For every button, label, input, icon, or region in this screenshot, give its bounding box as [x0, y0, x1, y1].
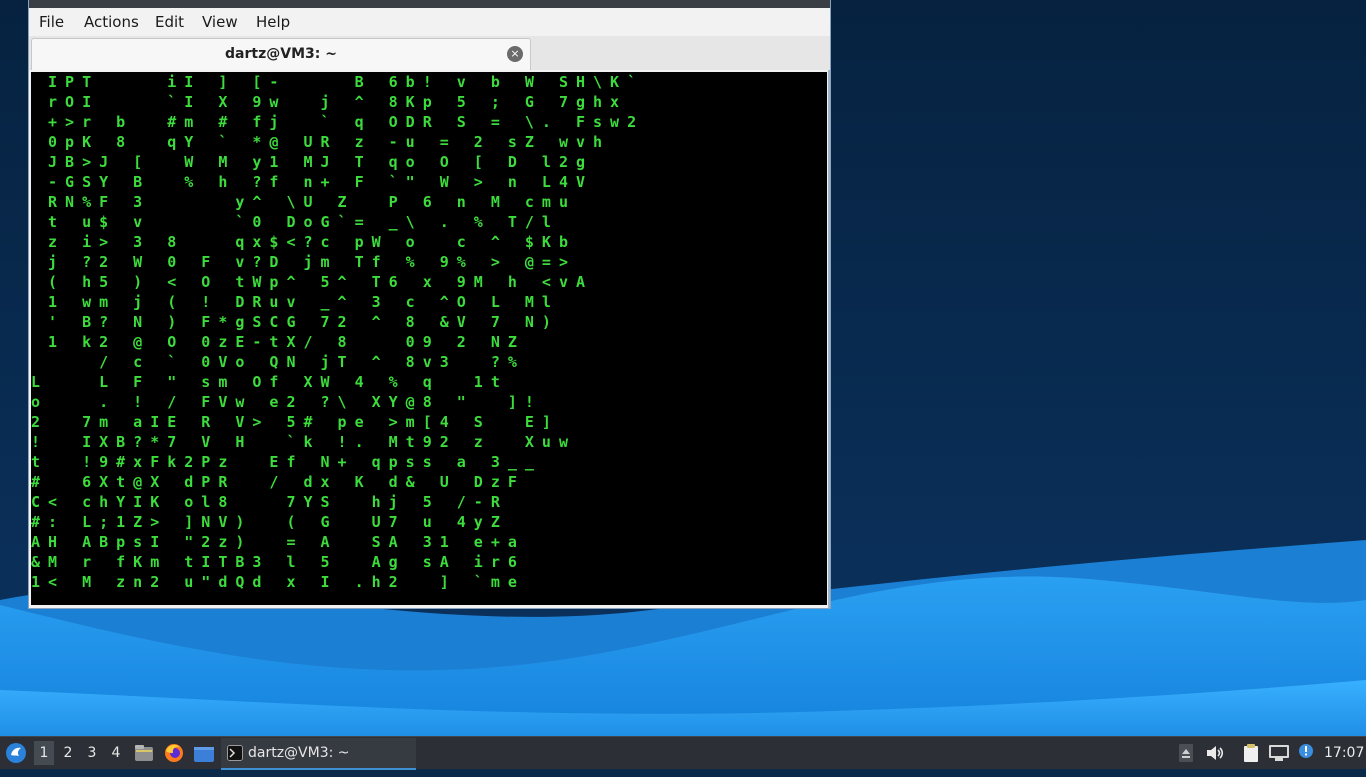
terminal-tab[interactable]: dartz@VM3: ~ × — [31, 38, 531, 70]
workspace-1[interactable]: 1 — [34, 741, 54, 765]
tab-title: dartz@VM3: ~ — [225, 46, 337, 62]
start-menu-icon[interactable] — [4, 741, 28, 765]
network-icon[interactable] — [1268, 744, 1290, 762]
menu-bar: File Actions Edit View Help — [29, 8, 830, 36]
taskbar-item-terminal[interactable]: dartz@VM3: ~ — [221, 738, 416, 770]
window-border — [828, 70, 830, 608]
clipboard-icon[interactable] — [1241, 743, 1261, 763]
firefox-icon[interactable] — [163, 742, 185, 764]
taskbar-item-label: dartz@VM3: ~ — [248, 745, 350, 761]
volume-icon[interactable] — [1205, 744, 1225, 762]
notification-icon[interactable] — [1297, 743, 1315, 761]
matrix-rain-text: IPT iI ] [- B 6b! v b W SH\K` rOI `I X 9… — [31, 73, 645, 591]
workspace-4[interactable]: 4 — [106, 745, 126, 777]
workspace-3[interactable]: 3 — [82, 745, 102, 777]
menu-edit[interactable]: Edit — [153, 13, 186, 31]
clock[interactable]: 17:07 — [1324, 745, 1364, 761]
terminal-icon — [227, 745, 243, 761]
eject-icon[interactable] — [1179, 744, 1193, 762]
menu-help[interactable]: Help — [254, 13, 292, 31]
workspace-2[interactable]: 2 — [58, 745, 78, 777]
file-manager-icon[interactable] — [133, 742, 155, 764]
tab-bar: dartz@VM3: ~ × — [29, 36, 830, 70]
show-desktop-icon[interactable] — [193, 744, 215, 764]
terminal-output[interactable]: IPT iI ] [- B 6b! v b W SH\K` rOI `I X 9… — [31, 72, 827, 605]
menu-actions[interactable]: Actions — [82, 13, 141, 31]
menu-file[interactable]: File — [37, 13, 66, 31]
close-icon[interactable]: × — [507, 46, 523, 62]
menu-view[interactable]: View — [200, 13, 240, 31]
window-titlebar[interactable] — [29, 0, 830, 8]
taskbar: 1 2 3 4 dartz@VM3: ~ 17:07 — [0, 736, 1366, 770]
terminal-window[interactable]: File Actions Edit View Help dartz@VM3: ~… — [29, 0, 830, 608]
